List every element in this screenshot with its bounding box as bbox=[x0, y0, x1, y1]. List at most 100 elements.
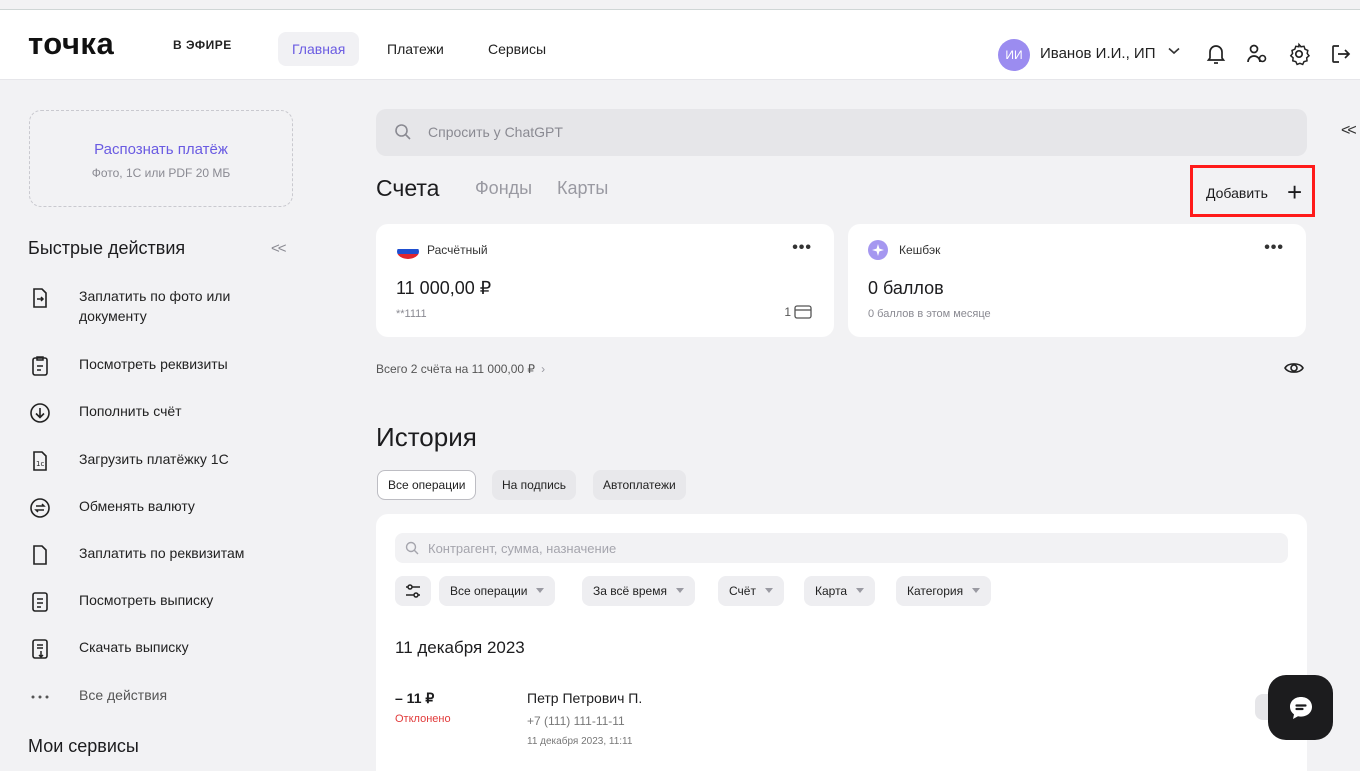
accounts-total-link[interactable]: Всего 2 счёта на 11 000,00 ₽ › bbox=[376, 362, 545, 376]
user-avatar[interactable]: ИИ bbox=[998, 39, 1030, 71]
account-balance: 11 000,00 ₽ bbox=[396, 278, 492, 298]
scan-document-icon bbox=[33, 288, 47, 308]
plus-icon: + bbox=[1287, 177, 1303, 207]
history-date-heading: 11 декабря 2023 bbox=[395, 638, 525, 657]
quick-action-label: Заплатить по реквизитам bbox=[79, 545, 245, 561]
filter-label: Категория bbox=[907, 584, 964, 598]
recognize-payment-dropzone[interactable]: Распознать платёж Фото, 1С или PDF 20 МБ bbox=[29, 110, 293, 207]
collapse-right-panel-icon[interactable]: << bbox=[1341, 122, 1357, 140]
cashback-month: 0 баллов в этом месяце bbox=[868, 308, 991, 320]
quick-action-all[interactable]: Все действия bbox=[28, 685, 318, 709]
caret-down-icon bbox=[536, 588, 545, 593]
operation-phone: +7 (111) 111-11-11 bbox=[527, 714, 625, 728]
download-statement-icon bbox=[32, 639, 48, 659]
more-options-icon[interactable]: ••• bbox=[1264, 239, 1284, 257]
operation-amount: – 11 ₽ bbox=[395, 690, 435, 706]
user-name[interactable]: Иванов И.И., ИП bbox=[1040, 45, 1155, 62]
history-panel: Контрагент, сумма, назначение Все операц… bbox=[376, 514, 1307, 771]
operation-status: Отклонено bbox=[395, 713, 451, 725]
tab-payments[interactable]: Платежи bbox=[373, 32, 458, 66]
more-options-icon[interactable]: ••• bbox=[792, 239, 812, 257]
file-1c-icon: 1c bbox=[33, 451, 47, 471]
chat-support-button[interactable] bbox=[1268, 675, 1333, 740]
quick-action-label: Все действия bbox=[79, 687, 168, 703]
chip-to-sign[interactable]: На подпись bbox=[492, 470, 577, 500]
filter-period[interactable]: За всё время bbox=[582, 576, 695, 606]
tab-cards[interactable]: Карты bbox=[557, 178, 608, 199]
quick-action-label: Заплатить по фото или документу bbox=[79, 288, 231, 324]
quick-action-label: Посмотреть реквизиты bbox=[79, 356, 228, 372]
clipboard-icon bbox=[32, 356, 48, 376]
account-name: Кешбэк bbox=[899, 243, 941, 257]
my-services-title: Мои сервисы bbox=[28, 736, 139, 756]
quick-action-pay-by-requisites[interactable]: Заплатить по реквизитам bbox=[28, 543, 318, 567]
account-card-settlement[interactable]: Расчётный ••• 11 000,00 ₽ **1111 1 bbox=[376, 224, 834, 337]
chatgpt-search-input[interactable]: Спросить у ChatGPT bbox=[376, 109, 1307, 156]
chip-autopayments[interactable]: Автоплатежи bbox=[593, 470, 686, 500]
history-title: История bbox=[376, 422, 477, 452]
users-icon[interactable] bbox=[1245, 42, 1269, 66]
chip-all-operations[interactable]: Все операции bbox=[377, 470, 477, 500]
gear-icon[interactable] bbox=[1287, 42, 1311, 66]
filter-category[interactable]: Категория bbox=[896, 576, 992, 606]
file-icon bbox=[33, 545, 47, 565]
quick-action-upload-1c[interactable]: 1c Загрузить платёжку 1С bbox=[28, 449, 318, 473]
filter-card[interactable]: Карта bbox=[804, 576, 876, 606]
sliders-icon bbox=[406, 584, 420, 598]
eye-icon[interactable] bbox=[1283, 357, 1305, 379]
card-icon bbox=[794, 305, 812, 319]
quick-action-label: Пополнить счёт bbox=[79, 403, 182, 419]
chevron-right-icon: › bbox=[541, 362, 546, 376]
quick-action-label: Обменять валюту bbox=[79, 498, 195, 514]
cashback-points: 0 баллов bbox=[868, 278, 944, 298]
on-air-link[interactable]: В ЭФИРЕ bbox=[173, 38, 232, 52]
tab-main[interactable]: Главная bbox=[278, 32, 360, 66]
bell-icon[interactable] bbox=[1204, 42, 1228, 66]
statement-icon bbox=[32, 592, 48, 612]
add-account-button[interactable]: Добавить + bbox=[1190, 165, 1315, 217]
filter-operations[interactable]: Все операции bbox=[439, 576, 556, 606]
filter-label: Счёт bbox=[729, 584, 756, 598]
caret-down-icon bbox=[764, 588, 773, 593]
accounts-total-text: Всего 2 счёта на 11 000,00 ₽ bbox=[376, 362, 536, 376]
quick-action-top-up[interactable]: Пополнить счёт bbox=[28, 401, 318, 425]
chat-icon bbox=[1290, 697, 1312, 719]
operation-counterparty: Петр Петрович П. bbox=[527, 690, 643, 706]
logout-icon[interactable] bbox=[1329, 42, 1353, 66]
tab-accounts[interactable]: Счета bbox=[376, 175, 439, 202]
quick-action-label: Скачать выписку bbox=[79, 639, 189, 655]
history-search-input[interactable]: Контрагент, сумма, назначение bbox=[395, 533, 1288, 563]
linked-cards-count[interactable]: 1 bbox=[784, 305, 812, 319]
quick-action-pay-by-photo[interactable]: Заплатить по фото или документу bbox=[28, 286, 318, 326]
quick-action-view-statement[interactable]: Посмотреть выписку bbox=[28, 590, 318, 614]
dots-icon bbox=[31, 695, 49, 699]
quick-actions-title: Быстрые действия bbox=[28, 238, 186, 258]
filter-account[interactable]: Счёт bbox=[718, 576, 784, 606]
logo[interactable]: точка bbox=[28, 26, 114, 62]
svg-text:1c: 1c bbox=[36, 460, 44, 468]
filter-settings-button[interactable] bbox=[395, 576, 431, 606]
quick-action-exchange[interactable]: Обменять валюту bbox=[28, 496, 318, 520]
cashback-icon bbox=[868, 240, 888, 260]
history-search-placeholder: Контрагент, сумма, назначение bbox=[428, 541, 617, 556]
caret-down-icon bbox=[972, 588, 981, 593]
quick-action-label: Загрузить платёжку 1С bbox=[79, 451, 229, 467]
exchange-icon bbox=[30, 498, 50, 518]
quick-action-download-statement[interactable]: Скачать выписку bbox=[28, 637, 318, 661]
search-icon bbox=[395, 124, 411, 140]
search-placeholder: Спросить у ChatGPT bbox=[428, 124, 563, 140]
arrow-down-circle-icon bbox=[30, 403, 50, 423]
app-header: точка В ЭФИРЕ Главная Платежи Сервисы ИИ… bbox=[0, 10, 1360, 80]
quick-action-requisites[interactable]: Посмотреть реквизиты bbox=[28, 354, 318, 378]
recognize-payment-subtitle: Фото, 1С или PDF 20 МБ bbox=[91, 166, 231, 180]
tab-services[interactable]: Сервисы bbox=[474, 32, 560, 66]
add-account-label: Добавить bbox=[1206, 185, 1268, 201]
account-card-cashback[interactable]: Кешбэк ••• 0 баллов 0 баллов в этом меся… bbox=[848, 224, 1306, 337]
russia-flag-icon bbox=[397, 244, 419, 259]
collapse-sidebar-icon[interactable]: << bbox=[271, 240, 286, 257]
operation-datetime: 11 декабря 2023, 11:11 bbox=[527, 736, 633, 747]
chevron-down-icon[interactable] bbox=[1168, 47, 1180, 55]
account-number: **1111 bbox=[396, 308, 427, 320]
linked-cards-count-value: 1 bbox=[784, 305, 791, 319]
tab-funds[interactable]: Фонды bbox=[475, 178, 532, 199]
